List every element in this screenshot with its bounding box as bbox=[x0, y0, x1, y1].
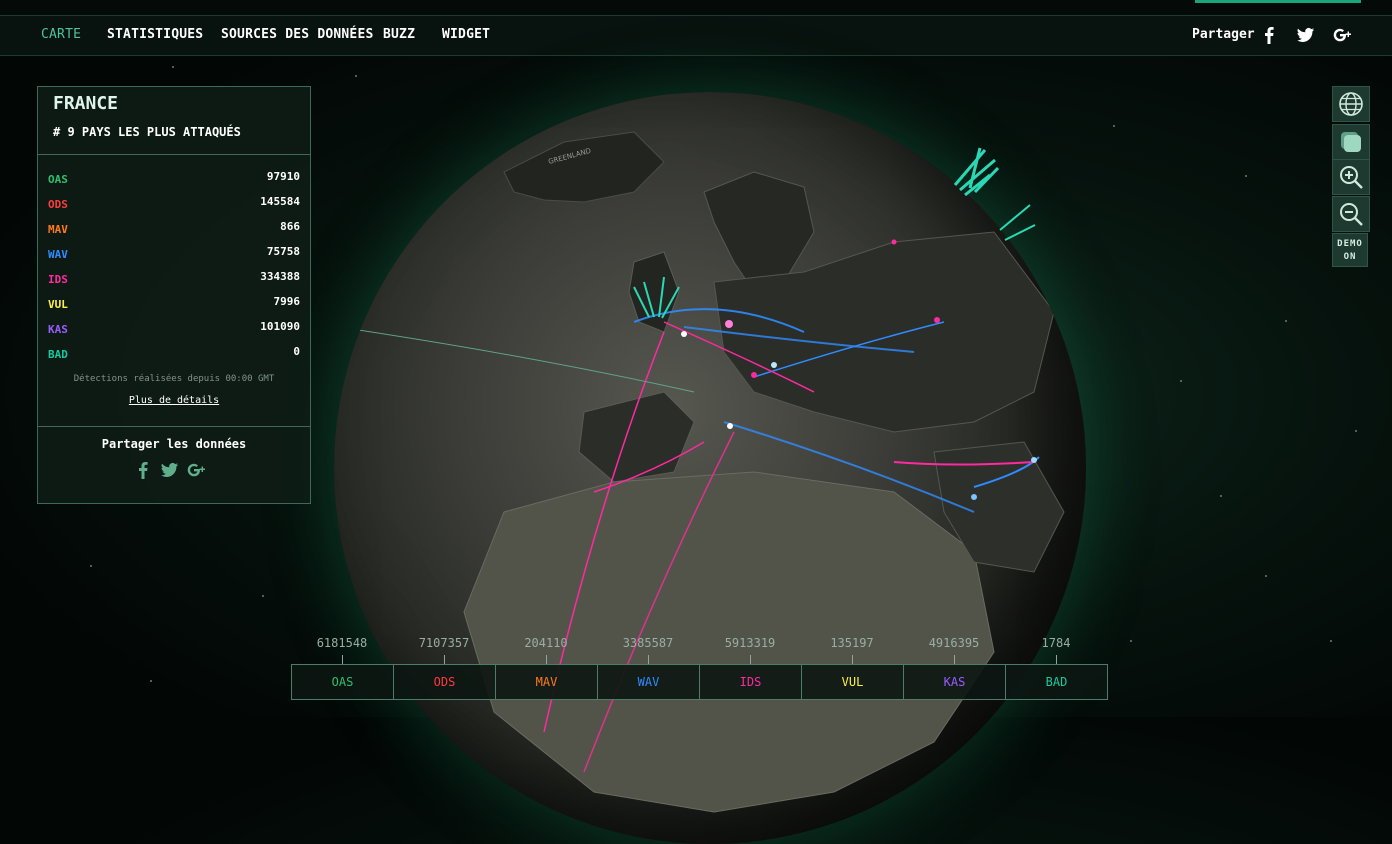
stat-code: IDS bbox=[48, 273, 68, 286]
star bbox=[1180, 380, 1182, 382]
legend-count-oas: 6181548 bbox=[316, 636, 368, 650]
star bbox=[355, 75, 357, 77]
panel-divider bbox=[38, 426, 310, 427]
legend-ids-button[interactable]: IDS bbox=[699, 664, 802, 700]
layers-icon bbox=[1341, 132, 1361, 152]
panel-divider bbox=[38, 154, 310, 155]
stat-code: MAV bbox=[48, 223, 68, 236]
twitter-icon[interactable] bbox=[1294, 24, 1316, 46]
stat-code: BAD bbox=[48, 348, 68, 361]
detection-note: Détections réalisées depuis 00:00 GMT bbox=[73, 374, 275, 384]
share-data-title: Partager les données bbox=[101, 437, 247, 451]
legend-tick bbox=[954, 655, 955, 664]
star bbox=[1355, 430, 1357, 432]
nav-widget[interactable]: WIDGET bbox=[442, 27, 490, 42]
zoom-in-button[interactable] bbox=[1332, 159, 1370, 195]
star bbox=[90, 565, 92, 567]
star bbox=[1113, 125, 1115, 127]
legend-tick bbox=[1056, 655, 1057, 664]
panel-country-name: FRANCE bbox=[53, 93, 119, 114]
star bbox=[150, 680, 152, 682]
legend-mav-button[interactable]: MAV bbox=[495, 664, 598, 700]
panel-rank: # 9 PAYS LES PLUS ATTAQUÉS bbox=[53, 125, 241, 139]
legend-count-ids: 5913319 bbox=[724, 636, 776, 650]
globe-icon bbox=[1339, 92, 1363, 116]
zoom-out-icon bbox=[1340, 203, 1363, 226]
flat-view-button[interactable] bbox=[1332, 124, 1370, 160]
legend-count-kas: 4916395 bbox=[928, 636, 980, 650]
legend-tick bbox=[750, 655, 751, 664]
legend-tick bbox=[342, 655, 343, 664]
legend-bad-button[interactable]: BAD bbox=[1005, 664, 1108, 700]
star bbox=[1285, 320, 1287, 322]
stat-row-ods: ODS 145584 bbox=[48, 195, 300, 215]
nav-statistiques[interactable]: STATISTIQUES bbox=[107, 27, 203, 42]
stat-code: WAV bbox=[48, 248, 68, 261]
stat-row-mav: MAV 866 bbox=[48, 220, 300, 240]
stat-row-oas: OAS 97910 bbox=[48, 170, 300, 190]
top-strip bbox=[0, 0, 1392, 16]
demo-label: DEMO bbox=[1337, 239, 1363, 249]
legend-count-wav: 3385587 bbox=[622, 636, 674, 650]
legend-tick bbox=[852, 655, 853, 664]
legend-count-bad: 1784 bbox=[1041, 636, 1071, 650]
stat-code: OAS bbox=[48, 173, 68, 186]
google-plus-icon[interactable] bbox=[1332, 24, 1354, 46]
legend-wav-button[interactable]: WAV bbox=[597, 664, 700, 700]
legend-tick bbox=[648, 655, 649, 664]
facebook-icon[interactable] bbox=[1258, 24, 1280, 46]
star bbox=[1265, 575, 1267, 577]
stat-value: 7996 bbox=[273, 295, 301, 308]
zoom-in-icon bbox=[1340, 166, 1363, 189]
share-data-icons bbox=[132, 459, 212, 483]
nav-sources[interactable]: SOURCES DES DONNÉES bbox=[221, 27, 374, 42]
stat-value: 97910 bbox=[266, 170, 300, 183]
star bbox=[1330, 640, 1332, 642]
legend-count-mav: 204110 bbox=[524, 636, 568, 650]
attack-spike-cluster bbox=[953, 147, 1036, 241]
facebook-icon[interactable] bbox=[132, 459, 154, 481]
zoom-out-button[interactable] bbox=[1332, 196, 1370, 232]
stat-value: 75758 bbox=[266, 245, 300, 258]
star bbox=[1245, 175, 1247, 177]
country-panel: FRANCE # 9 PAYS LES PLUS ATTAQUÉS OAS 97… bbox=[37, 86, 311, 504]
legend-tick bbox=[444, 655, 445, 664]
stat-row-bad: BAD 0 bbox=[48, 345, 300, 365]
stat-value: 0 bbox=[293, 345, 300, 358]
stat-code: VUL bbox=[48, 298, 68, 311]
legend-count-vul: 135197 bbox=[830, 636, 874, 650]
legend-oas-button[interactable]: OAS bbox=[291, 664, 394, 700]
legend-ods-button[interactable]: ODS bbox=[393, 664, 496, 700]
nav-buzz[interactable]: BUZZ bbox=[383, 27, 415, 42]
stat-value: 334388 bbox=[260, 270, 300, 283]
legend-kas-button[interactable]: KAS bbox=[903, 664, 1006, 700]
top-accent-bar bbox=[1195, 0, 1361, 3]
threat-legend: OAS ODS MAV WAV IDS VUL KAS BAD bbox=[291, 664, 1108, 700]
details-link[interactable]: Plus de détails bbox=[38, 395, 310, 406]
legend-vul-button[interactable]: VUL bbox=[801, 664, 904, 700]
nav-carte[interactable]: CARTE bbox=[41, 27, 81, 42]
stat-row-vul: VUL 7996 bbox=[48, 295, 300, 315]
stat-row-wav: WAV 75758 bbox=[48, 245, 300, 265]
star bbox=[262, 595, 264, 597]
star bbox=[1220, 495, 1222, 497]
globe-view-button[interactable] bbox=[1332, 86, 1370, 122]
stat-row-ids: IDS 334388 bbox=[48, 270, 300, 290]
stat-code: ODS bbox=[48, 198, 68, 211]
demo-toggle[interactable]: DEMO ON bbox=[1332, 233, 1368, 267]
share-label: Partager bbox=[1192, 27, 1255, 42]
star bbox=[1130, 640, 1132, 642]
stat-value: 101090 bbox=[260, 320, 300, 333]
navbar: CARTE STATISTIQUES SOURCES DES DONNÉES B… bbox=[0, 16, 1392, 56]
twitter-icon[interactable] bbox=[158, 459, 180, 481]
star bbox=[172, 66, 174, 68]
google-plus-icon[interactable] bbox=[186, 459, 208, 481]
stat-value: 866 bbox=[280, 220, 300, 233]
stat-row-kas: KAS 101090 bbox=[48, 320, 300, 340]
stat-value: 145584 bbox=[260, 195, 300, 208]
stat-code: KAS bbox=[48, 323, 68, 336]
demo-state: ON bbox=[1343, 252, 1357, 262]
legend-count-ods: 7107357 bbox=[418, 636, 470, 650]
legend-tick bbox=[546, 655, 547, 664]
